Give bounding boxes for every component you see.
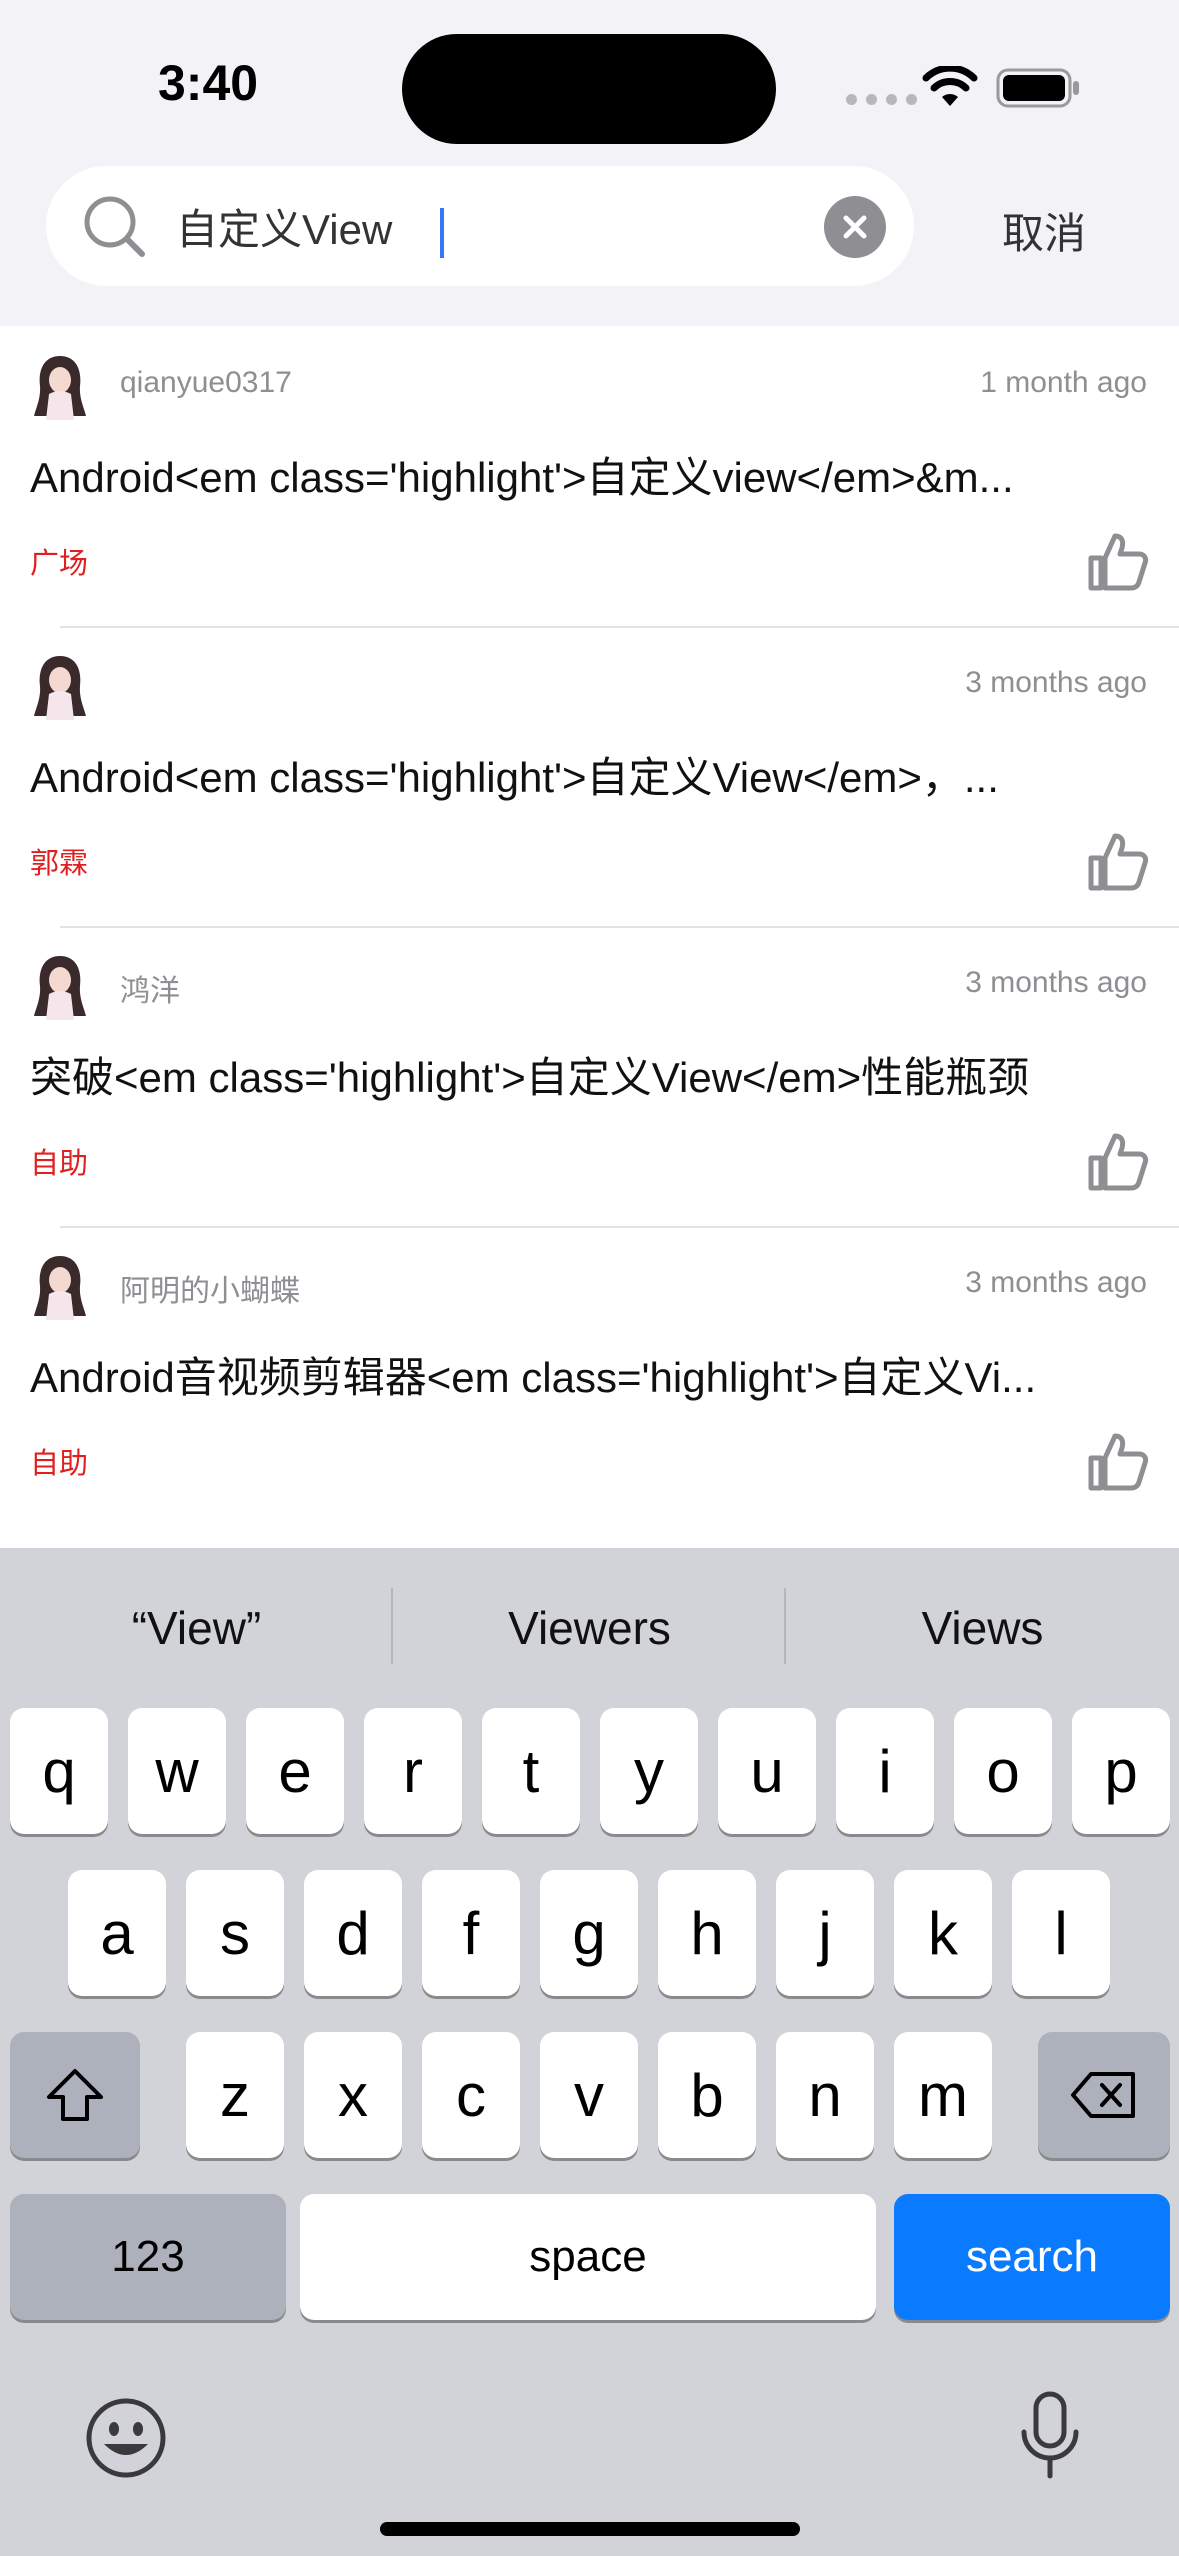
keyboard: “View” Viewers Views q w e r t y u i o p… [0, 1548, 1179, 2556]
key-u[interactable]: u [718, 1708, 816, 1834]
post-time: 1 month ago [980, 366, 1147, 399]
key-n[interactable]: n [776, 2032, 874, 2158]
key-t[interactable]: t [482, 1708, 580, 1834]
text-caret [440, 208, 444, 258]
search-box[interactable] [46, 166, 914, 286]
suggestion-item[interactable]: Viewers [393, 1588, 786, 1668]
key-w[interactable]: w [128, 1708, 226, 1834]
key-d[interactable]: d [304, 1870, 402, 1996]
key-q[interactable]: q [10, 1708, 108, 1834]
wifi-icon [922, 66, 978, 106]
author-name: 鸿洋 [120, 975, 180, 1008]
key-k[interactable]: k [894, 1870, 992, 1996]
dynamic-island [402, 34, 776, 144]
search-header: 取消 [0, 160, 1179, 326]
thumbs-up-icon[interactable] [1087, 530, 1149, 592]
thumbs-up-icon[interactable] [1087, 1430, 1149, 1492]
space-key[interactable]: space [300, 2194, 876, 2320]
battery-icon [996, 68, 1079, 108]
key-z[interactable]: z [186, 2032, 284, 2158]
key-j[interactable]: j [776, 1870, 874, 1996]
list-item[interactable]: 阿明的小蝴蝶 3 months ago Android音视频剪辑器<em cla… [0, 1226, 1179, 1526]
key-b[interactable]: b [658, 2032, 756, 2158]
article-title[interactable]: Android音视频剪辑器<em class='highlight'>自定义Vi… [30, 1344, 1150, 1405]
key-y[interactable]: y [600, 1708, 698, 1834]
status-time: 3:40 [158, 55, 259, 111]
list-item[interactable]: 3 months ago Android<em class='highlight… [0, 626, 1179, 926]
search-input[interactable] [176, 194, 836, 258]
thumbs-up-icon[interactable] [1087, 1130, 1149, 1192]
category-tag[interactable]: 广场 [30, 540, 88, 582]
avatar [34, 656, 86, 720]
search-icon [84, 196, 145, 257]
list-item[interactable]: 鸿洋 3 months ago 突破<em class='highlight'>… [0, 926, 1179, 1226]
thumbs-up-icon[interactable] [1087, 830, 1149, 892]
post-time: 3 months ago [965, 966, 1147, 999]
key-l[interactable]: l [1012, 1870, 1110, 1996]
shift-icon [47, 2069, 103, 2121]
backspace-icon [1071, 2072, 1135, 2118]
key-f[interactable]: f [422, 1870, 520, 1996]
key-x[interactable]: x [304, 2032, 402, 2158]
key-h[interactable]: h [658, 1870, 756, 1996]
key-g[interactable]: g [540, 1870, 638, 1996]
avatar [34, 1256, 86, 1320]
key-v[interactable]: v [540, 2032, 638, 2158]
key-a[interactable]: a [68, 1870, 166, 1996]
suggestion-bar: “View” Viewers Views [0, 1588, 1179, 1668]
suggestion-item[interactable]: Views [786, 1588, 1179, 1668]
key-e[interactable]: e [246, 1708, 344, 1834]
key-m[interactable]: m [894, 2032, 992, 2158]
key-s[interactable]: s [186, 1870, 284, 1996]
list-item[interactable]: qianyue0317 1 month ago Android<em class… [0, 326, 1179, 626]
post-time: 3 months ago [965, 1266, 1147, 1299]
emoji-icon[interactable] [84, 2396, 168, 2480]
results-list: qianyue0317 1 month ago Android<em class… [0, 326, 1179, 1548]
post-time: 3 months ago [965, 666, 1147, 699]
cancel-button[interactable]: 取消 [1002, 200, 1086, 261]
clear-icon[interactable] [824, 196, 886, 258]
author-name: qianyue0317 [120, 366, 292, 399]
avatar [34, 356, 86, 420]
author-name: 阿明的小蝴蝶 [120, 1275, 300, 1308]
article-title[interactable]: 突破<em class='highlight'>自定义View</em>性能瓶颈 [30, 1044, 1150, 1105]
shift-key[interactable] [10, 2032, 140, 2158]
status-bar: 3:40 [0, 0, 1179, 160]
key-r[interactable]: r [364, 1708, 462, 1834]
suggestion-item[interactable]: “View” [0, 1588, 393, 1668]
backspace-key[interactable] [1038, 2032, 1170, 2158]
key-i[interactable]: i [836, 1708, 934, 1834]
article-title[interactable]: Android<em class='highlight'>自定义View</em… [30, 744, 1150, 805]
key-c[interactable]: c [422, 2032, 520, 2158]
category-tag[interactable]: 自助 [30, 1440, 88, 1482]
home-indicator [380, 2522, 800, 2536]
category-tag[interactable]: 自助 [30, 1140, 88, 1182]
key-o[interactable]: o [954, 1708, 1052, 1834]
search-key[interactable]: search [894, 2194, 1170, 2320]
avatar [34, 956, 86, 1020]
key-p[interactable]: p [1072, 1708, 1170, 1834]
microphone-icon[interactable] [1018, 2390, 1082, 2482]
cellular-signal-icon [846, 94, 917, 105]
article-title[interactable]: Android<em class='highlight'>自定义view</em… [30, 444, 1150, 505]
category-tag[interactable]: 郭霖 [30, 840, 88, 882]
numbers-key[interactable]: 123 [10, 2194, 286, 2320]
